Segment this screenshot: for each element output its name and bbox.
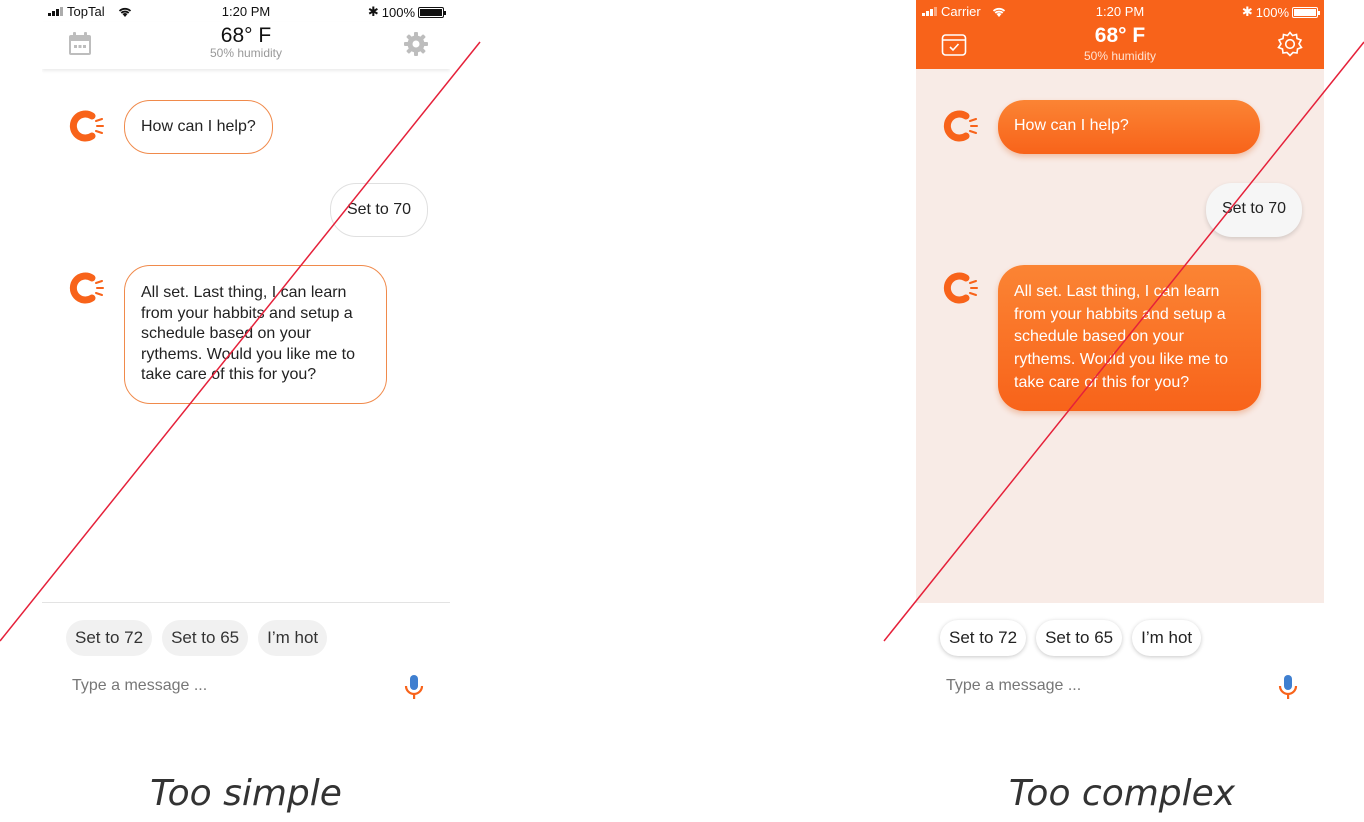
bluetooth-icon: ✱ <box>1241 4 1253 19</box>
status-bar: Carrier 1:20 PM ✱ 100% <box>916 0 1324 22</box>
chat-area: How can I help? Set to 70 All set. Last … <box>916 69 1324 603</box>
assistant-logo-icon <box>69 110 104 142</box>
assistant-logo-icon <box>69 272 104 304</box>
quick-reply-set-72[interactable]: Set to 72 <box>940 620 1027 656</box>
temperature-readout: 68° F <box>1094 24 1146 47</box>
quick-replies: Set to 72 Set to 65 I’m hot <box>940 620 1202 656</box>
quick-reply-set-72[interactable]: Set to 72 <box>66 620 153 656</box>
caption-too-complex: Too complex <box>1008 773 1236 814</box>
assistant-message: How can I help? <box>998 100 1260 154</box>
battery-percent: 100% <box>1255 4 1289 20</box>
humidity-readout: 50% humidity <box>209 46 283 60</box>
quick-reply-im-hot[interactable]: I’m hot <box>1132 620 1202 656</box>
bluetooth-icon: ✱ <box>367 4 379 19</box>
user-message: Set to 70 <box>1205 183 1302 237</box>
status-bar: TopTal 1:20 PM ✱ 100% <box>42 0 450 22</box>
quick-reply-set-65[interactable]: Set to 65 <box>1036 620 1123 656</box>
chat-area: How can I help? Set to 70 All set. Last … <box>42 69 450 603</box>
assistant-message: All set. Last thing, I can learn from yo… <box>998 265 1261 411</box>
thermostat-header: 68° F 50% humidity <box>42 22 450 69</box>
assistant-message: All set. Last thing, I can learn from yo… <box>124 265 387 404</box>
message-input[interactable] <box>72 668 372 704</box>
battery-percent: 100% <box>381 4 415 20</box>
message-composer <box>940 668 1300 704</box>
assistant-logo-icon <box>943 110 978 142</box>
quick-reply-set-65[interactable]: Set to 65 <box>162 620 249 656</box>
temperature-readout: 68° F <box>220 24 272 47</box>
gear-icon[interactable] <box>402 30 430 58</box>
message-input[interactable] <box>946 668 1246 704</box>
microphone-icon[interactable] <box>402 674 426 700</box>
quick-reply-im-hot[interactable]: I’m hot <box>258 620 328 656</box>
user-message: Set to 70 <box>329 183 428 237</box>
gear-icon[interactable] <box>1276 30 1304 58</box>
status-right: ✱ 100% <box>367 4 446 20</box>
message-composer <box>66 668 426 704</box>
phone-mockup-complex: Carrier 1:20 PM ✱ 100% 68° F 50% humidit… <box>916 0 1324 730</box>
quick-replies: Set to 72 Set to 65 I’m hot <box>66 620 328 656</box>
phone-mockup-simple: TopTal 1:20 PM ✱ 100% 68° F 50% humidity <box>42 0 450 730</box>
battery-icon <box>418 6 446 18</box>
humidity-readout: 50% humidity <box>1083 49 1157 63</box>
caption-too-simple: Too simple <box>150 773 342 814</box>
assistant-logo-icon <box>943 272 978 304</box>
assistant-message: How can I help? <box>124 100 273 154</box>
thermostat-header: 68° F 50% humidity <box>916 22 1324 69</box>
status-right: ✱ 100% <box>1241 4 1320 20</box>
battery-icon <box>1292 6 1320 18</box>
microphone-icon[interactable] <box>1276 674 1300 700</box>
